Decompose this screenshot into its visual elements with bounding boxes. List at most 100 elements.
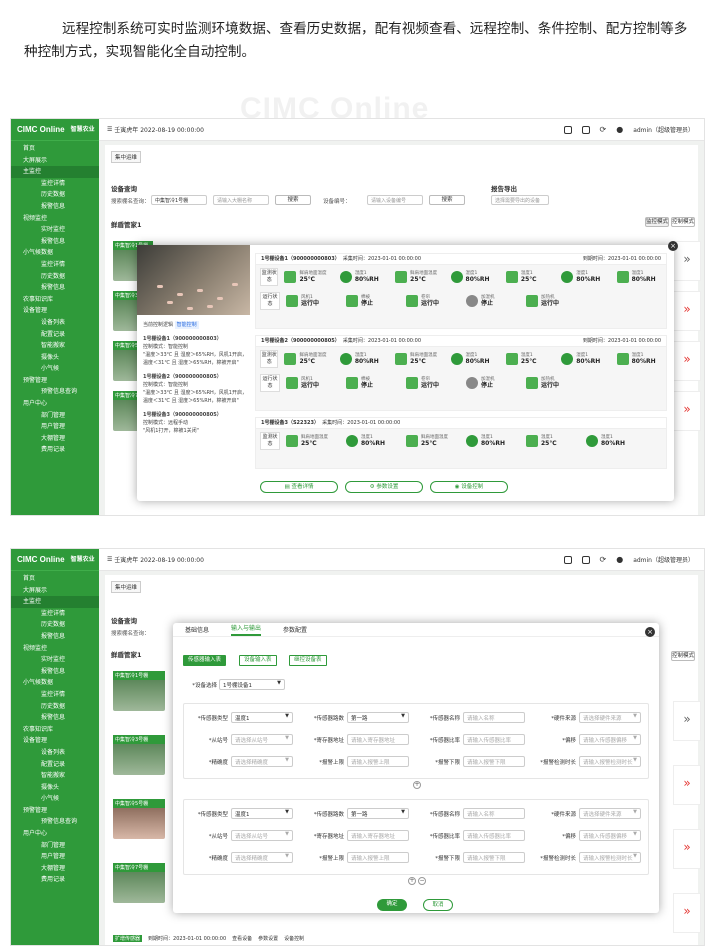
source-input[interactable]: 请选择硬件来源 ▼ — [579, 808, 641, 819]
barn-video-thumbnail[interactable] — [137, 245, 250, 315]
offset-input[interactable]: 请输入传感器偏移 ▼ — [579, 734, 641, 745]
sidebar-item[interactable]: 报警信息 — [11, 712, 99, 724]
view-device-link[interactable]: 查看设备 — [232, 935, 252, 942]
sidebar-item[interactable]: 大屏展示 — [11, 155, 99, 167]
sidebar-item[interactable]: 用户中心 — [11, 398, 99, 410]
sidebar-item[interactable]: 预警信息查询 — [11, 816, 99, 828]
shed-card[interactable]: 中集智冷7号棚 — [113, 863, 165, 903]
sidebar-item[interactable]: 智能搬家 — [11, 340, 99, 352]
chevron-right-icon[interactable]: » — [674, 352, 700, 366]
run-cell[interactable]: 棉被 停止 — [346, 295, 400, 308]
sidebar-item[interactable]: 配置记录 — [11, 759, 99, 771]
chevron-right-icon[interactable]: » — [674, 302, 700, 316]
user-name[interactable]: admin（超级管理员） — [633, 555, 694, 564]
channel-input[interactable]: 第一路 ▼ — [347, 712, 409, 723]
sidebar-item[interactable]: 报警信息 — [11, 201, 99, 213]
channel-input[interactable]: 第一路 ▼ — [347, 808, 409, 819]
chevron-right-icon[interactable]: » — [674, 402, 700, 416]
sidebar-item[interactable]: 监控详情 — [11, 689, 99, 701]
offset-input[interactable]: 请输入传感器偏移 ▼ — [579, 830, 641, 841]
user-name[interactable]: admin（超级管理员） — [633, 125, 694, 134]
search-button[interactable]: 搜索 — [275, 195, 311, 205]
sidebar-item[interactable]: 农事知识库 — [11, 294, 99, 306]
tab-basic-info[interactable]: 基础信息 — [185, 625, 209, 634]
add-icon[interactable]: + — [413, 781, 421, 789]
precision-input[interactable]: 请选择精确度 ▼ — [231, 852, 293, 863]
sidebar-item[interactable]: 首页 — [11, 143, 99, 155]
sidebar-item[interactable]: 农事知识库 — [11, 724, 99, 736]
refresh-icon[interactable]: ⟳ — [600, 125, 607, 134]
detect-input[interactable]: 请输入报警检测时长 ▼ — [579, 852, 641, 863]
sidebar-item[interactable]: 历史数据 — [11, 271, 99, 283]
sensor-type-input[interactable]: 温度1 ▼ — [231, 712, 293, 723]
sidebar-item[interactable]: 监控详情 — [11, 608, 99, 620]
source-input[interactable]: 请选择硬件来源 ▼ — [579, 712, 641, 723]
sidebar-item[interactable]: 预警信息查询 — [11, 386, 99, 398]
sidebar-item[interactable]: 预警管理 — [11, 805, 99, 817]
shed-card[interactable]: 中集智冷3号棚 — [113, 735, 165, 775]
ops-tag-button[interactable]: 集中运维 — [111, 581, 142, 593]
close-icon[interactable]: × — [645, 627, 655, 637]
sidebar-item[interactable]: 费用记录 — [11, 874, 99, 886]
sidebar-item[interactable]: 历史数据 — [11, 189, 99, 201]
sidebar-item[interactable]: 监控详情 — [11, 259, 99, 271]
sidebar-item[interactable]: 实时监控 — [11, 224, 99, 236]
subtab-relay-device[interactable]: 继控设备表 — [289, 655, 327, 666]
chevron-right-icon[interactable]: » — [674, 904, 700, 918]
chevron-right-icon[interactable]: » — [674, 776, 700, 790]
precision-input[interactable]: 请选择精确度 ▼ — [231, 756, 293, 767]
shed-side-card[interactable]: » — [673, 391, 701, 431]
sidebar-item[interactable]: 小气候 — [11, 793, 99, 805]
run-cell[interactable]: 风机1 运行中 — [286, 377, 340, 390]
sidebar-item[interactable]: 实时监控 — [11, 654, 99, 666]
sidebar-item[interactable]: 视频监控 — [11, 213, 99, 225]
refresh-icon[interactable]: ⟳ — [600, 555, 607, 564]
slave-input[interactable]: 请选择从站号 ▼ — [231, 734, 293, 745]
up-input[interactable]: 请输入报警上限 — [347, 852, 409, 863]
tab-param-config[interactable]: 参数配置 — [283, 625, 307, 634]
ratio-input[interactable]: 请输入传感器比率 — [463, 830, 525, 841]
subtab-device-input[interactable]: 设备输入表 — [239, 655, 277, 666]
shed-side-card[interactable]: » — [673, 893, 701, 933]
reg-addr-input[interactable]: 请输入寄存器地址 — [347, 734, 409, 745]
run-cell[interactable]: 卷帘 运行中 — [406, 295, 460, 308]
sidebar-item[interactable]: 首页 — [11, 573, 99, 585]
user-icon[interactable]: ● — [616, 125, 623, 134]
shed-side-card[interactable]: » — [673, 701, 701, 741]
tab-io[interactable]: 输入与输出 — [231, 623, 262, 636]
monitor-icon[interactable] — [563, 125, 572, 134]
run-cell[interactable]: 加热机 运行中 — [526, 377, 580, 390]
sidebar-item[interactable]: 主监控 — [11, 166, 99, 178]
name-input[interactable]: 请输入名称 — [463, 808, 525, 819]
menu-toggle-icon[interactable]: ☰ — [107, 126, 114, 133]
fullscreen-icon[interactable] — [581, 555, 590, 564]
shed-select[interactable]: 中集智冷1号棚 — [151, 195, 207, 205]
sidebar-item[interactable]: 报警信息 — [11, 631, 99, 643]
chevron-right-icon[interactable]: » — [674, 712, 700, 726]
shed-name-input[interactable]: 请输入大棚名称 — [213, 195, 269, 205]
slave-input[interactable]: 请选择从站号 ▼ — [231, 830, 293, 841]
cancel-button[interactable]: 取消 — [423, 899, 453, 911]
name-input[interactable]: 请输入名称 — [463, 712, 525, 723]
ops-tag-button[interactable]: 集中运维 — [111, 151, 142, 163]
sidebar-item[interactable]: 设备列表 — [11, 747, 99, 759]
control-link[interactable]: 设备控制 — [284, 935, 304, 942]
sidebar-item[interactable]: 视频监控 — [11, 643, 99, 655]
search-button-2[interactable]: 搜索 — [429, 195, 465, 205]
run-cell[interactable]: 加湿机 停止 — [466, 295, 520, 308]
down-input[interactable]: 请输入报警下限 — [463, 852, 525, 863]
sidebar-item[interactable]: 大棚管理 — [11, 863, 99, 875]
user-icon[interactable]: ● — [616, 555, 623, 564]
run-cell[interactable]: 卷帘 运行中 — [406, 377, 460, 390]
sidebar-item[interactable]: 监控详情 — [11, 178, 99, 190]
sidebar-item[interactable]: 摄像头 — [11, 782, 99, 794]
shed-card[interactable]: 中集智冷5号棚 — [113, 799, 165, 839]
param-settings-button[interactable]: ⚙ 参数设置 — [345, 481, 423, 493]
run-cell[interactable]: 棉被 停止 — [346, 377, 400, 390]
sidebar-item[interactable]: 部门管理 — [11, 840, 99, 852]
subtab-sensor-input[interactable]: 传感器输入表 — [183, 655, 227, 666]
control-mode-button[interactable]: 控制模式 — [671, 651, 695, 661]
device-control-button[interactable]: ◉ 设备控制 — [430, 481, 508, 493]
control-mode-button[interactable]: 控制模式 — [671, 217, 695, 227]
chevron-right-icon[interactable]: » — [674, 840, 700, 854]
